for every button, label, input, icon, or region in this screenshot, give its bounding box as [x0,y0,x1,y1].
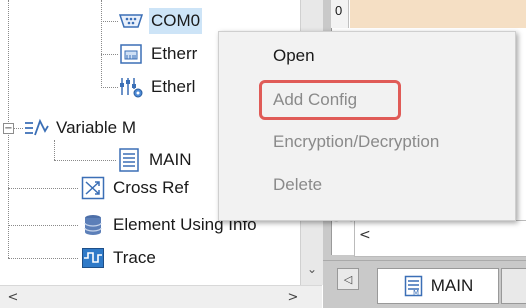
tree-horizontal-scrollbar[interactable]: < > [0,285,322,308]
context-menu: Open Add Config Encryption/Decryption De… [218,31,516,221]
cross-reference-icon [80,176,106,200]
tree-item-ethernet[interactable]: Etherr [118,40,199,68]
menu-item-open[interactable]: Open [273,46,315,66]
tree-item-trace[interactable]: Trace [80,244,158,272]
tab-nav-left-icon[interactable]: ◁ [337,268,359,290]
svg-text:M: M [413,289,419,297]
database-icon [80,213,106,237]
menu-item-delete[interactable]: Delete [273,175,322,195]
tree-item-ethernet-config[interactable]: Etherl [118,73,197,101]
header-bar [350,0,526,28]
tree-connector [101,21,118,22]
tab-main-label: MAIN [430,276,474,295]
tab-secondary[interactable] [501,268,526,304]
header-cell: 0 [331,0,349,28]
trace-icon [80,246,106,270]
tree-item-label: Etherl [151,77,196,96]
tab-main[interactable]: M MAIN [377,268,499,304]
document-icon [116,148,142,172]
tree-item-label: Etherr [151,44,198,63]
menu-item-encryption-decryption[interactable]: Encryption/Decryption [273,132,439,152]
tree-item-label: Trace [113,248,156,267]
variable-monitor-icon [23,116,49,140]
tree-item-com0[interactable]: COM0 [118,7,203,35]
tree-connector [8,225,78,226]
ethernet-port-icon [118,42,144,66]
tree-item-label: MAIN [149,150,192,169]
tree-connector [101,54,118,55]
tree-item-label: Variable M [56,118,136,137]
document-icon: M [403,275,425,297]
tree-item-label: Cross Ref [113,178,189,197]
tree-connector [101,87,118,88]
tree-item-variable-monitor[interactable]: Variable M [23,114,138,142]
scroll-down-icon[interactable]: ⌄ [301,258,323,280]
inner-scroll-area[interactable]: < [354,220,526,257]
tree-connector [8,188,78,189]
scroll-left-icon[interactable]: < [2,286,24,308]
menu-item-add-config[interactable]: Add Config [273,90,357,110]
tree-connector [13,128,23,129]
scroll-left-icon[interactable]: < [359,227,371,243]
serial-port-icon [118,9,144,33]
tree-item-label: COM0 [149,8,203,34]
tree-connector [54,160,116,161]
tree-item-main[interactable]: MAIN [116,146,194,174]
scroll-right-icon[interactable]: > [282,286,304,308]
tree-connector [101,0,102,88]
network-settings-icon [118,75,144,99]
tree-item-cross-ref[interactable]: Cross Ref [80,174,191,202]
collapse-button[interactable]: − [3,123,14,134]
tree-connector [54,140,55,160]
tree-connector [8,258,78,259]
